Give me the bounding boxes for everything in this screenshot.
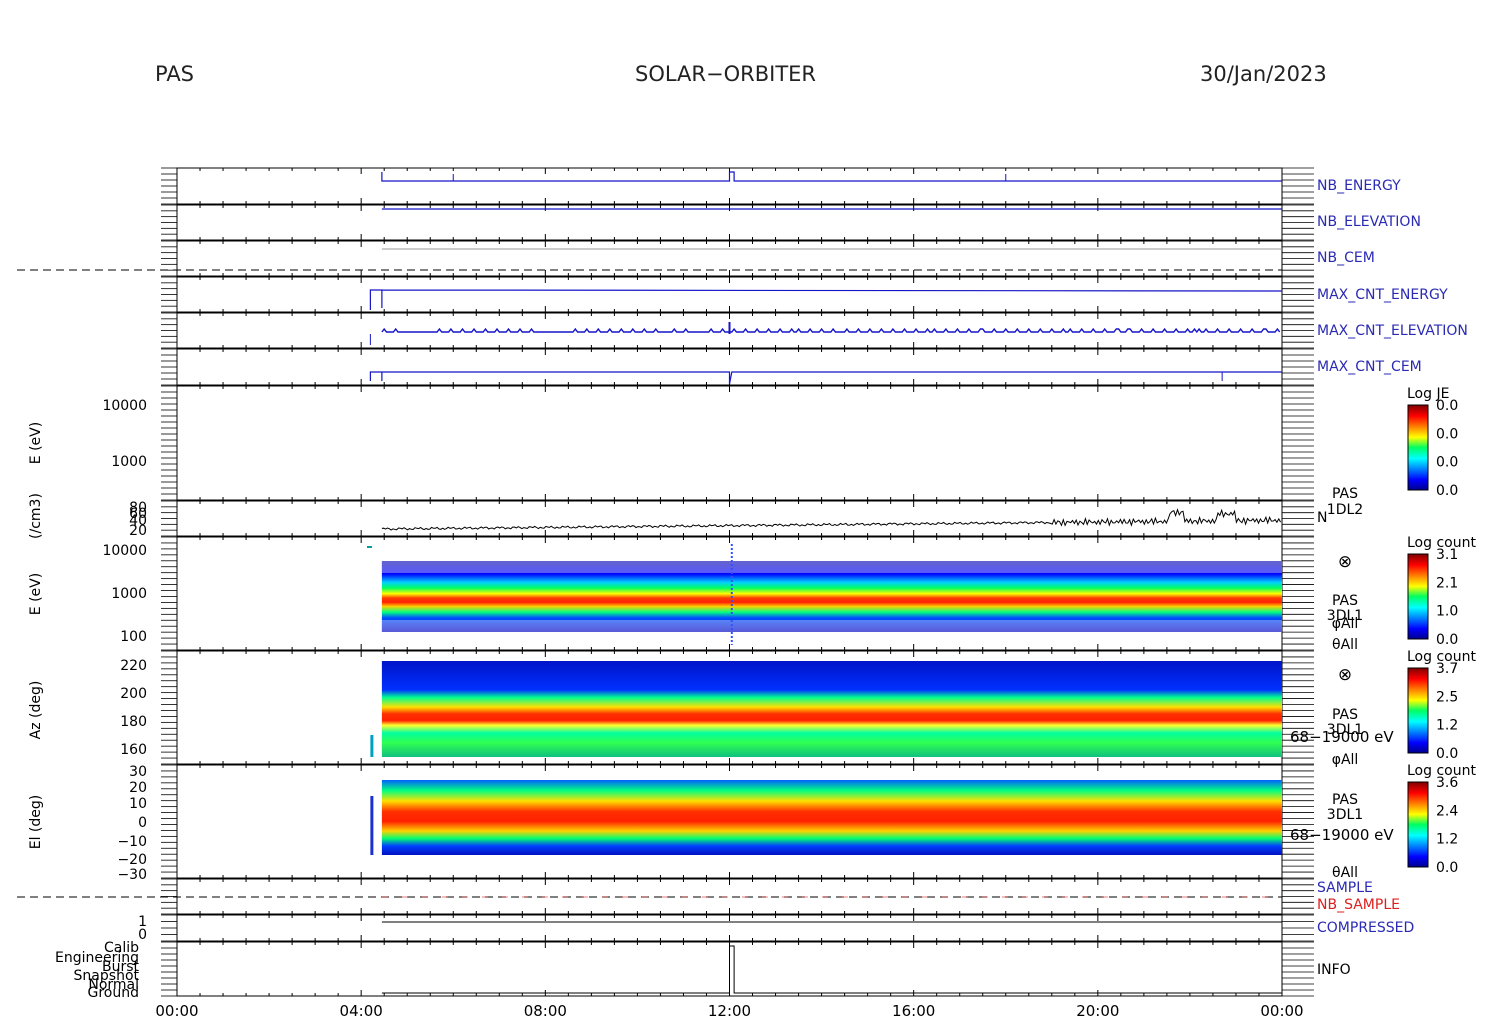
label-pas: PAS (1332, 593, 1358, 609)
y-axis-label-azimuth: Az (deg) (28, 681, 44, 740)
y-tick-label: 30 (129, 764, 147, 780)
x-tick-label: 16:00 (892, 1002, 935, 1020)
y-axis-label-energy: E (eV) (28, 422, 44, 464)
label-nb-energy: NB_ENERGY (1317, 178, 1401, 194)
trace-info (381, 945, 1282, 994)
label-info: INFO (1317, 962, 1351, 978)
density-trace (381, 508, 1282, 531)
colorbar-label: 1.2 (1436, 832, 1458, 848)
colorbar-label: 1.2 (1436, 718, 1458, 734)
colorbar-label: 0.0 (1436, 746, 1458, 762)
y-tick-label: 220 (120, 658, 147, 674)
energy-speckle (381, 561, 1283, 573)
y-axis-label-elevation: El (deg) (28, 795, 44, 850)
x-tick-label: 08:00 (524, 1002, 567, 1020)
pas-summary-plot: 00:00 04:00 08:00 12:00 16:00 20:00 00:00 NB_EN… (17, 167, 1476, 1020)
panel-frame (176, 385, 1283, 501)
colorbar-label: 2.5 (1436, 689, 1458, 705)
colorbar-label: 0.0 (1436, 426, 1458, 442)
y-tick-label: 1000 (111, 454, 147, 470)
trace-nb-energy (381, 171, 1282, 182)
colorbar-label: 0.0 (1436, 483, 1458, 499)
label-nb-cem: NB_CEM (1317, 250, 1375, 266)
y-tick-label: −10 (117, 834, 147, 850)
colorbar-label: 3.1 (1436, 547, 1458, 563)
x-tick-label: 12:00 (708, 1002, 751, 1020)
label-pas: PAS (1332, 707, 1358, 723)
y-tick-label: 10000 (102, 543, 147, 559)
y-tick-label: −20 (117, 852, 147, 868)
x-tick-label: 20:00 (1076, 1002, 1119, 1020)
colorbar-label: 0.0 (1436, 398, 1458, 414)
elevation-mark (370, 796, 374, 855)
y-tick-label: 0 (138, 927, 147, 943)
label-max-cnt-energy: MAX_CNT_ENERGY (1317, 287, 1448, 303)
label-pas: PAS (1332, 486, 1358, 502)
azimuth-spectrogram (381, 661, 1283, 757)
y-tick-label: 10 (129, 796, 147, 812)
info-tick-label: Ground (88, 985, 140, 1001)
energy-speckle (381, 620, 1283, 632)
colorbar (1407, 667, 1429, 754)
label-compressed: COMPRESSED (1317, 920, 1414, 936)
label-n: N (1317, 510, 1327, 526)
colorbar-label: 3.7 (1436, 661, 1458, 677)
x-tick-label: 00:00 (1260, 1002, 1303, 1020)
y-tick-label: 180 (120, 714, 147, 730)
colorbar (1407, 781, 1429, 868)
label-phi-all: φAll (1332, 752, 1359, 768)
colorbar (1407, 553, 1429, 640)
label-max-cnt-elevation: MAX_CNT_ELEVATION (1317, 323, 1468, 339)
trace-max-cnt-cem (369, 371, 1282, 385)
colorbar-label: 3.6 (1436, 775, 1458, 791)
otimes-icon: ⊗ (1338, 665, 1352, 685)
label-max-cnt-cem: MAX_CNT_CEM (1317, 359, 1422, 375)
colorbar-label: 2.1 (1436, 575, 1458, 591)
label-energy-range: 68−19000 eV (1290, 728, 1394, 746)
y-tick-label: 100 (120, 629, 147, 645)
colorbar-label: 2.4 (1436, 803, 1458, 819)
y-tick-label: 160 (120, 742, 147, 758)
y-tick-label: 200 (120, 686, 147, 702)
y-tick-label: 20 (129, 780, 147, 796)
colorbar-label: 0.0 (1436, 860, 1458, 876)
x-tick-label: 04:00 (340, 1002, 383, 1020)
y-axis-label-energy: E (eV) (28, 573, 44, 615)
y-tick-label: 1000 (111, 586, 147, 602)
label-theta-all: θAll (1332, 637, 1358, 653)
label-energy-range: 68−19000 eV (1290, 826, 1394, 844)
label-pas: PAS (1332, 792, 1358, 808)
azimuth-mark (370, 735, 374, 757)
colorbar (1407, 404, 1429, 491)
colorbar-label: 1.0 (1436, 604, 1458, 620)
y-tick-label: −30 (117, 867, 147, 883)
label-3dl1: 3DL1 (1327, 807, 1363, 823)
label-nb-sample: NB_SAMPLE (1317, 897, 1400, 913)
label-theta-all: θAll (1332, 865, 1358, 881)
colorbar-label: 0.0 (1436, 632, 1458, 648)
label-dl2: 1DL2 (1327, 502, 1363, 518)
elevation-spectrogram (381, 780, 1283, 855)
y-tick-label: 0 (138, 815, 147, 831)
label-phi-all: φAll (1332, 616, 1359, 632)
label-nb-elevation: NB_ELEVATION (1317, 214, 1421, 230)
y-tick-label: 20 (129, 523, 147, 539)
y-axis-label-density: (/cm3) (28, 493, 44, 539)
colorbar-label: 0.0 (1436, 455, 1458, 471)
label-sample: SAMPLE (1317, 880, 1373, 896)
otimes-icon: ⊗ (1338, 552, 1352, 572)
x-tick-label: 00:00 (155, 1002, 198, 1020)
trace-max-cnt-energy (369, 289, 1283, 310)
y-tick-label: 10000 (102, 398, 147, 414)
trace-max-cnt-elevation (381, 327, 1281, 334)
